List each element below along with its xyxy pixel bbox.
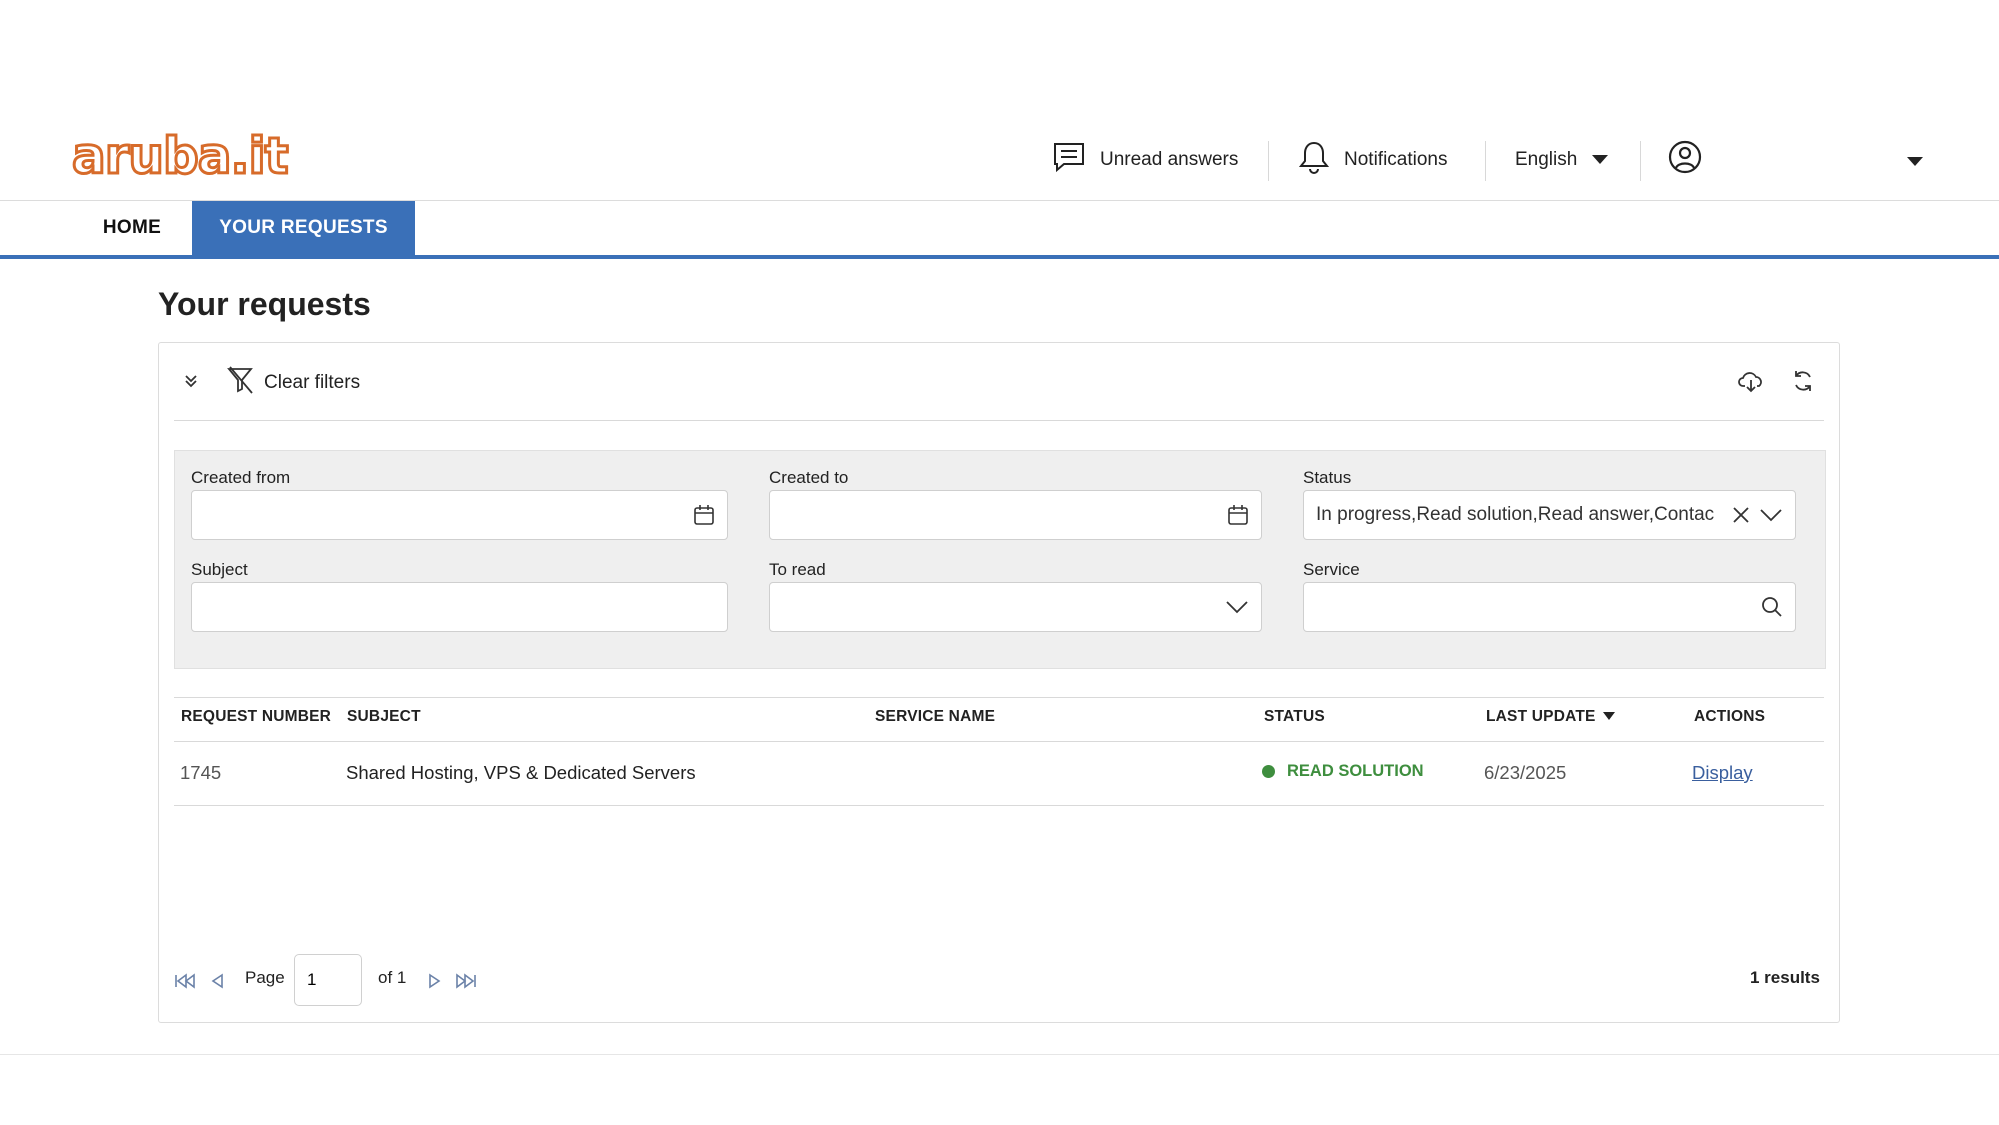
chevron-down-icon[interactable] [1759,508,1783,522]
calendar-icon[interactable] [1227,504,1249,526]
page-count-label: of 1 [378,968,407,987]
clear-filters-button[interactable]: Clear filters [226,366,360,400]
clear-filters-label: Clear filters [264,372,361,393]
search-icon[interactable] [1761,596,1783,618]
status-cell: READ SOLUTION [1262,762,1424,781]
chevron-down-icon[interactable] [1225,600,1249,614]
user-avatar-icon [1668,140,1702,180]
unread-answers-link[interactable]: Unread answers [1052,140,1238,180]
column-header-subject[interactable]: SUBJECT [347,708,421,726]
requests-card [158,342,1840,1023]
nav-underline [0,255,1999,259]
message-icon [1052,141,1086,179]
language-selector[interactable]: English [1515,140,1609,180]
last-update-cell: 6/23/2025 [1484,762,1567,783]
clear-filter-icon [226,366,258,400]
service-search-input[interactable] [1303,582,1796,632]
column-header-actions: ACTIONS [1694,708,1766,725]
calendar-icon[interactable] [693,504,715,526]
column-header-service-name[interactable]: SERVICE NAME [875,708,995,726]
page-label: Page [245,968,285,987]
results-count: 1 results [1750,968,1820,987]
subject-input[interactable] [191,582,728,632]
table-top-border [174,697,1824,698]
subject-cell: Shared Hosting, VPS & Dedicated Servers [346,762,696,783]
header-separator [1268,141,1269,181]
status-badge: READ SOLUTION [1287,762,1424,780]
footer-divider [0,1054,1999,1055]
previous-page-icon[interactable] [206,970,228,992]
column-header-status[interactable]: STATUS [1264,708,1325,726]
tab-home[interactable]: HOME [78,201,186,255]
next-page-icon[interactable] [424,970,446,992]
first-page-icon[interactable] [174,970,196,992]
status-label: Status [1303,468,1352,487]
aruba-logo[interactable]: aruba.it [71,127,291,186]
table-row-border [174,805,1824,806]
to-read-select[interactable] [769,582,1262,632]
filters-panel [174,450,1826,669]
service-label: Service [1303,560,1360,579]
user-menu[interactable] [1668,140,1702,180]
tab-your-requests[interactable]: YOUR REQUESTS [192,201,415,255]
refresh-icon[interactable] [1788,366,1818,396]
page-title: Your requests [158,286,371,322]
last-page-icon[interactable] [455,970,477,992]
bell-icon [1298,140,1330,180]
subject-label: Subject [191,560,248,579]
table-header-border [174,741,1824,742]
header-separator [1485,141,1486,181]
language-label: English [1515,149,1578,170]
display-link[interactable]: Display [1692,762,1753,784]
created-from-label: Created from [191,468,291,487]
column-header-request-number[interactable]: REQUEST NUMBER [181,708,331,726]
created-from-field[interactable] [191,490,728,540]
user-menu-caret-icon[interactable] [1904,150,1926,172]
status-dot-icon [1262,765,1275,778]
toolbar-divider [174,420,1824,421]
column-header-last-update[interactable]: LAST UPDATE [1486,708,1616,726]
created-to-field[interactable] [769,490,1262,540]
notifications-link[interactable]: Notifications [1298,140,1448,180]
caret-down-icon [1591,149,1609,171]
header-separator [1640,141,1641,181]
to-read-label: To read [769,560,826,579]
request-number-cell: 1745 [180,762,222,783]
unread-answers-label: Unread answers [1100,149,1239,170]
created-to-label: Created to [769,468,849,487]
status-select[interactable]: In progress,Read solution,Read answer,Co… [1303,490,1796,540]
page-number-input[interactable] [294,954,362,1006]
sort-desc-icon [1602,708,1616,726]
clear-x-icon[interactable] [1731,505,1751,525]
download-cloud-icon[interactable] [1736,366,1766,396]
collapse-filters-icon[interactable] [180,370,202,392]
notifications-label: Notifications [1344,149,1448,170]
